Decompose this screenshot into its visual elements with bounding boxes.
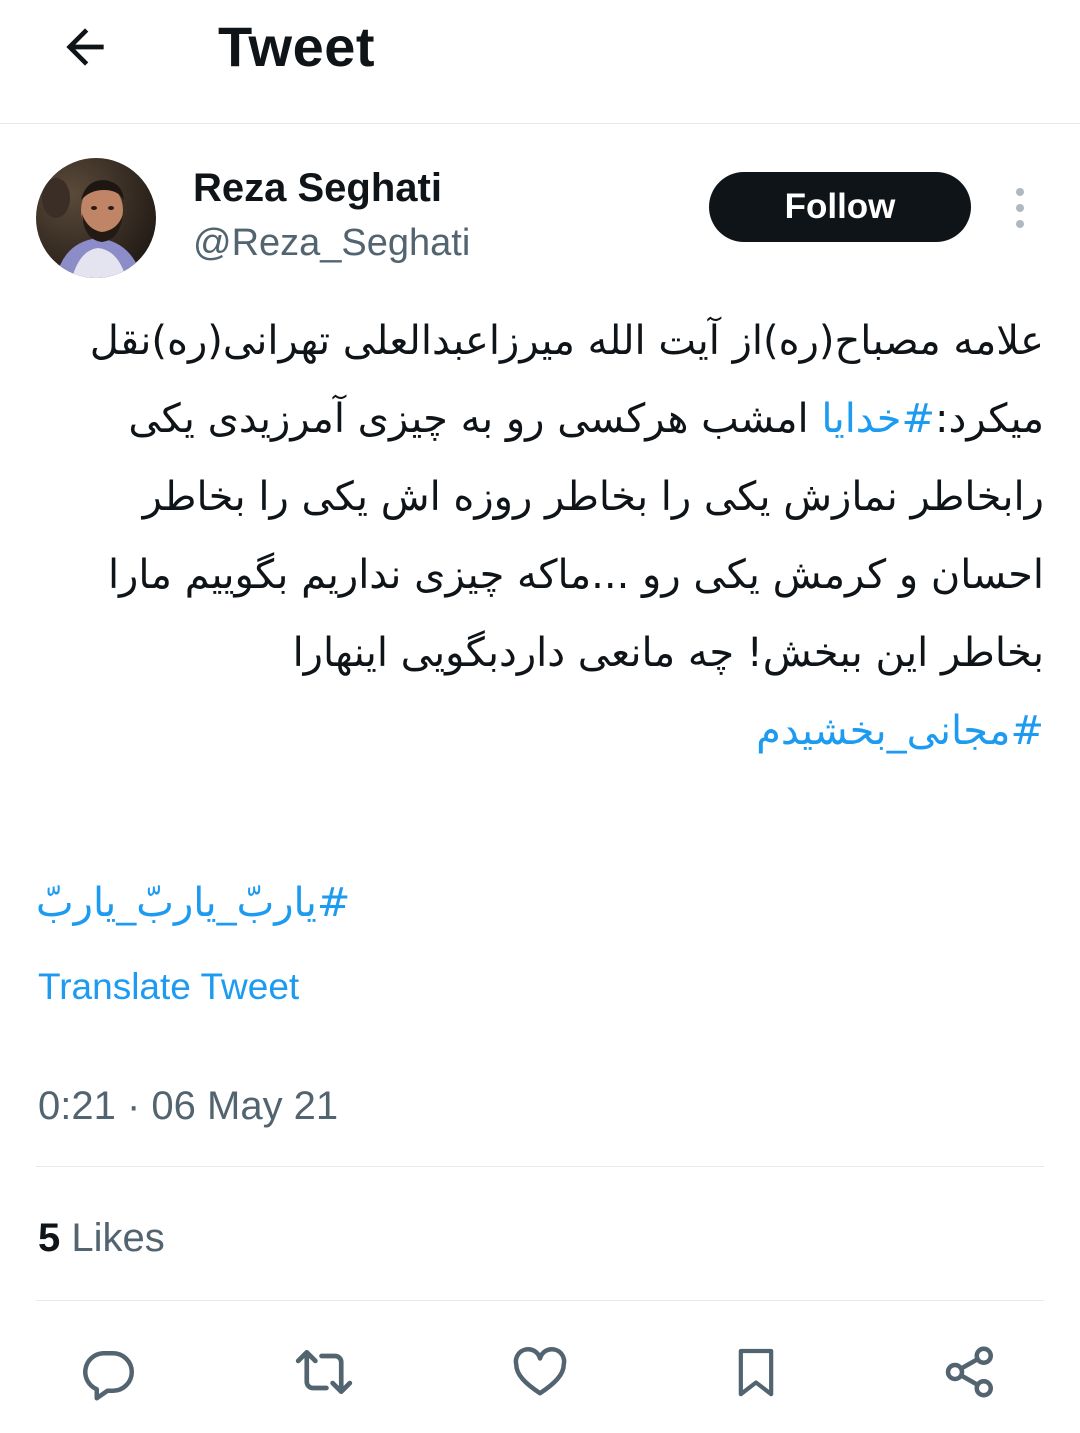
retweet-button[interactable]: [284, 1332, 364, 1412]
likes-label: Likes: [71, 1216, 165, 1260]
likes-stat[interactable]: 5 Likes: [38, 1214, 165, 1262]
avatar[interactable]: [36, 158, 156, 278]
arrow-left-icon: [66, 28, 104, 66]
page-title: Tweet: [218, 15, 376, 78]
follow-button[interactable]: Follow: [709, 172, 971, 242]
hashtag-link[interactable]: #خدایا: [821, 396, 935, 442]
tweet-timestamp[interactable]: 0:21 · 06 May 21: [38, 1082, 338, 1130]
hashtag-link[interactable]: #یاربّ_یاربّ_یاربّ: [36, 880, 350, 926]
tweet-hashtag-line: #یاربّ_یاربّ_یاربّ: [36, 864, 350, 942]
translate-tweet-link[interactable]: Translate Tweet: [38, 964, 299, 1010]
reply-button[interactable]: [68, 1332, 148, 1412]
app-header: Tweet: [0, 0, 1080, 124]
reply-icon: [83, 1351, 134, 1401]
author-handle[interactable]: @Reza_Seghati: [193, 220, 470, 266]
share-icon: [945, 1346, 993, 1398]
bookmark-icon: [738, 1348, 774, 1397]
more-vertical-icon: [1016, 188, 1024, 228]
tweet-action-bar: [0, 1332, 1080, 1412]
divider: [36, 1166, 1044, 1167]
like-button[interactable]: [500, 1332, 580, 1412]
heart-icon: [513, 1347, 567, 1396]
likes-count: 5: [38, 1216, 61, 1260]
tweet-text: علامه مصباح(ره)از آیت الله میرزاعبدالعلی…: [40, 302, 1044, 770]
bookmark-button[interactable]: [716, 1332, 796, 1412]
divider: [36, 1300, 1044, 1301]
hashtag-link[interactable]: #مجانی_بخشیدم: [756, 708, 1044, 754]
back-button[interactable]: [50, 12, 120, 82]
user-avatar-photo: [36, 158, 156, 278]
author-name[interactable]: Reza Seghati: [193, 164, 442, 212]
more-options-button[interactable]: [998, 183, 1042, 233]
share-button[interactable]: [930, 1332, 1010, 1412]
retweet-icon: [295, 1349, 353, 1395]
